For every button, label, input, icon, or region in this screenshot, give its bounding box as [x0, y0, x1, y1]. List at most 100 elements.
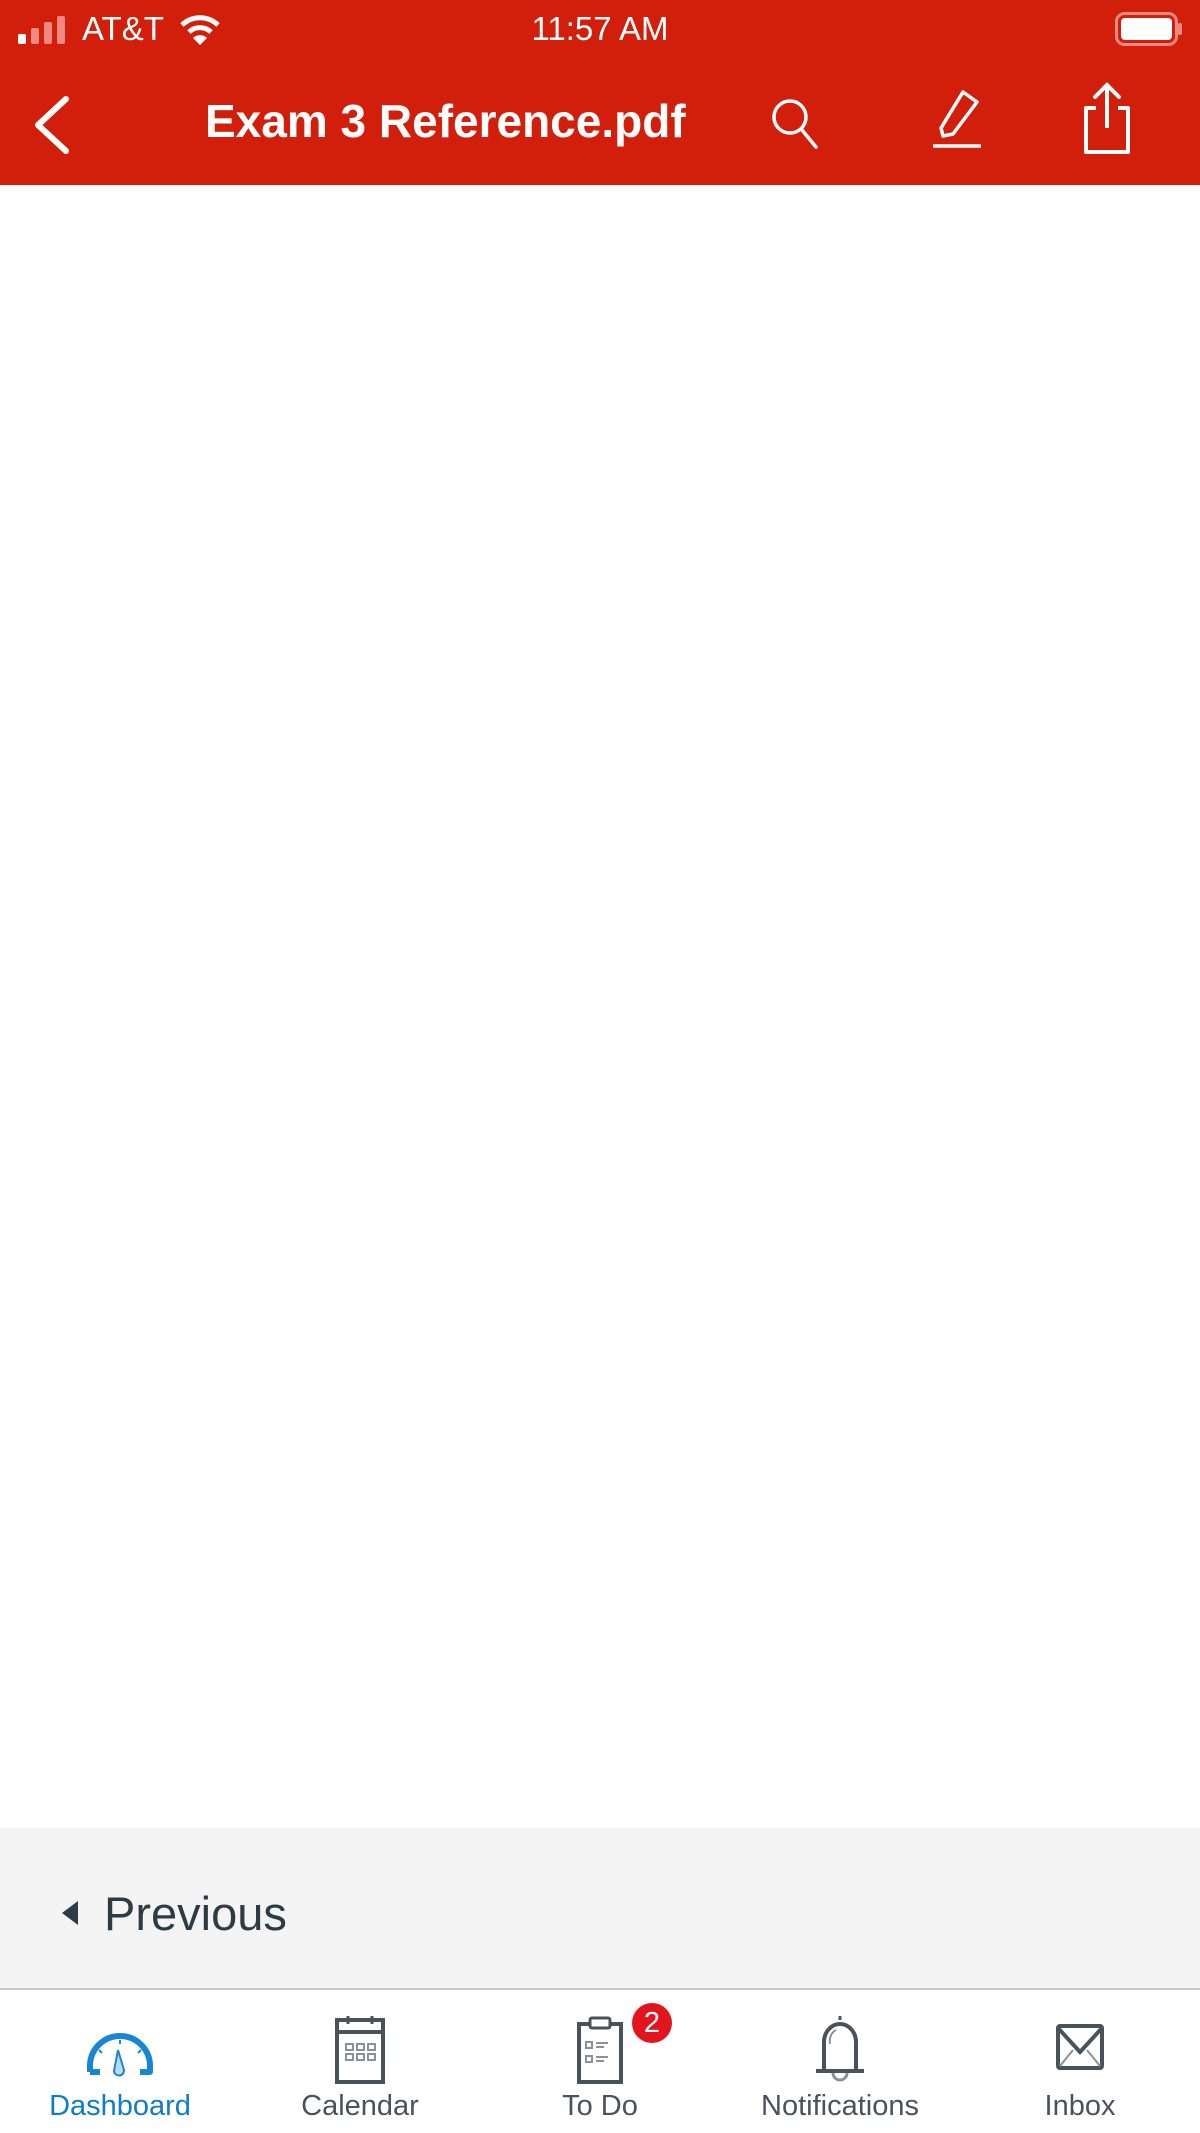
electronegativity-value: 1.9 — [521, 357, 533, 366]
element-cell: Ra 0.9 — [261, 383, 307, 427]
bond-energy-table: Bond Bond Energy (kJ/mol) C-H 415 O-H 464 H-… — [167, 967, 990, 1164]
element-symbol: Ir — [618, 338, 630, 355]
element-cell: Na 0.9 — [213, 178, 258, 225]
element-symbol: Cr — [469, 238, 488, 255]
molecule-column — [325, 1568, 406, 1796]
orbital-label: σ2s — [920, 1769, 939, 1781]
molecule-label: O₂ — [698, 1548, 713, 1563]
highlighter-icon[interactable] — [925, 90, 985, 150]
element-symbol: Sc — [322, 238, 343, 255]
electronegativity-value: 1.6 — [472, 257, 485, 266]
bond-type-heading: Bond type — [371, 505, 451, 522]
element-symbol: Ra — [273, 388, 295, 405]
element-cell: Fe 1.8 — [553, 233, 599, 277]
element-symbol: Pa — [420, 388, 440, 405]
cell: between 0.4 and 1.8 — [808, 691, 1048, 733]
element-symbol: Sb — [905, 288, 927, 305]
element-symbol: Po — [954, 338, 975, 355]
status-time: 11:57 AM — [531, 10, 669, 47]
axis-label-text: Decreasing electroneg — [181, 205, 198, 355]
element-cell: Te 2.1 — [942, 283, 987, 327]
tab-inbox[interactable]: Inbox — [960, 1992, 1200, 2133]
share-icon[interactable] — [1080, 82, 1134, 156]
orbital-label: σ*2px — [920, 1605, 949, 1617]
previous-button[interactable]: Previous — [62, 1885, 287, 1941]
correlation-line — [723, 1754, 774, 1764]
electronegativity-value: 1.8 — [570, 257, 582, 266]
element-symbol: Np–No — [509, 391, 545, 403]
tab-notifications[interactable]: Notifications — [720, 1992, 960, 2133]
tab-label: Notifications — [761, 2090, 919, 2122]
element-cell: Rh 2.2 — [601, 283, 647, 327]
molecule-column — [410, 1568, 491, 1796]
correlation-line — [383, 1736, 433, 1741]
element-cell: I 2.5 — [990, 283, 1036, 327]
element-symbol: Br — [1004, 238, 1022, 255]
back-button[interactable] — [30, 95, 74, 155]
cell: Br-Br — [167, 1135, 580, 1164]
cell: 350 — [579, 1079, 990, 1108]
molecule-label: C₂ — [528, 1548, 542, 1563]
element-symbol: Bi — [907, 338, 924, 355]
caret-left-icon — [62, 1901, 78, 1925]
electronegativity-value: 1.8 — [861, 257, 873, 266]
molecule-label: Li₂ — [272, 1548, 287, 1563]
box-pure-covalent: Pure covalent — [341, 542, 481, 582]
correlation-line — [468, 1709, 518, 1713]
heading-line: difference between — [175, 481, 321, 498]
box-zero: Zero — [177, 542, 317, 582]
element-cell: Au 2.4 — [699, 333, 744, 377]
cell: C≡O — [167, 1107, 580, 1136]
element-symbol: Ga — [808, 238, 830, 255]
cell: 415 — [579, 995, 990, 1024]
caption-line: increases. — [530, 682, 601, 699]
element-symbol: K — [229, 238, 242, 255]
search-icon[interactable] — [770, 95, 820, 151]
electronegativity-value: 1.5 — [521, 257, 533, 266]
tab-todo[interactable]: To Do — [480, 1992, 720, 2133]
pdf-viewer[interactable]: Na 0.9 Mg 1.2 Al 1.5 Si 1.8 P 2.1 S 2.5 Cl 3.0 K 0.8 Ca 1… — [0, 0, 1200, 1828]
correlation-line — [723, 1724, 774, 1730]
element-cell: Pt 2.2 — [650, 333, 696, 377]
correlation-line — [638, 1746, 689, 1756]
electronegativity-value: 2.4 — [958, 257, 971, 266]
correlation-line — [809, 1604, 859, 1611]
element-cell: Pa 1.4 — [407, 383, 453, 427]
page-separator — [0, 1337, 1200, 1367]
box-polar-covalent: Polar covalent — [341, 638, 481, 678]
molecule-column — [580, 1568, 661, 1796]
dashboard-icon — [87, 2033, 153, 2077]
table-row: Br-Br 190 — [167, 1135, 990, 1164]
diagram-connectors — [240, 540, 529, 774]
element-symbol: Fr — [227, 388, 244, 405]
electronegativity-value: 0.9 — [278, 407, 290, 416]
tab-calendar[interactable]: Calendar — [240, 1992, 480, 2133]
electronegativity-value: 1.8 — [813, 357, 825, 366]
electronegativity-value: 1.9 — [715, 257, 728, 266]
element-cell: Cu 1.9 — [699, 233, 744, 277]
electronegativity-value: 1.9 — [715, 307, 728, 316]
element-cell: Pb 1.9 — [844, 333, 890, 377]
correlation-line — [553, 1742, 603, 1748]
cell: polar covalent — [690, 691, 810, 733]
electronegativity-value: 2.2 — [667, 357, 679, 366]
element-cell: Nb 1.6 — [407, 283, 453, 327]
electronegativity-value: 2.0 — [958, 357, 971, 366]
table-row: O-H 464 — [167, 1023, 990, 1052]
cell: H-H — [167, 1051, 580, 1080]
electronegativity-value: 1.1 — [327, 407, 339, 416]
electronegativity-value: 0.9 — [229, 202, 242, 211]
decreasing-electronegativity-arrow: Decreasing electroneg — [181, 205, 198, 415]
electronegativity-value: 1.3 — [375, 407, 387, 416]
correlation-line — [468, 1586, 518, 1593]
electronegativity-value: 1.5 — [375, 257, 387, 266]
tab-dashboard[interactable]: Dashboard — [0, 1992, 240, 2133]
covalent-ionic-caption: Covalent character decreases; ionic char… — [530, 601, 631, 701]
electronegativity-value: 1.9 — [861, 357, 873, 366]
element-cell: Ir 2.2 — [601, 333, 647, 377]
correlation-line — [468, 1739, 518, 1744]
box-intermediate: Intermediate — [177, 638, 317, 678]
todo-count-badge: 2 — [632, 2003, 672, 2043]
element-cell: W 1.7 — [456, 333, 501, 377]
element-symbol: Ru — [565, 288, 587, 305]
